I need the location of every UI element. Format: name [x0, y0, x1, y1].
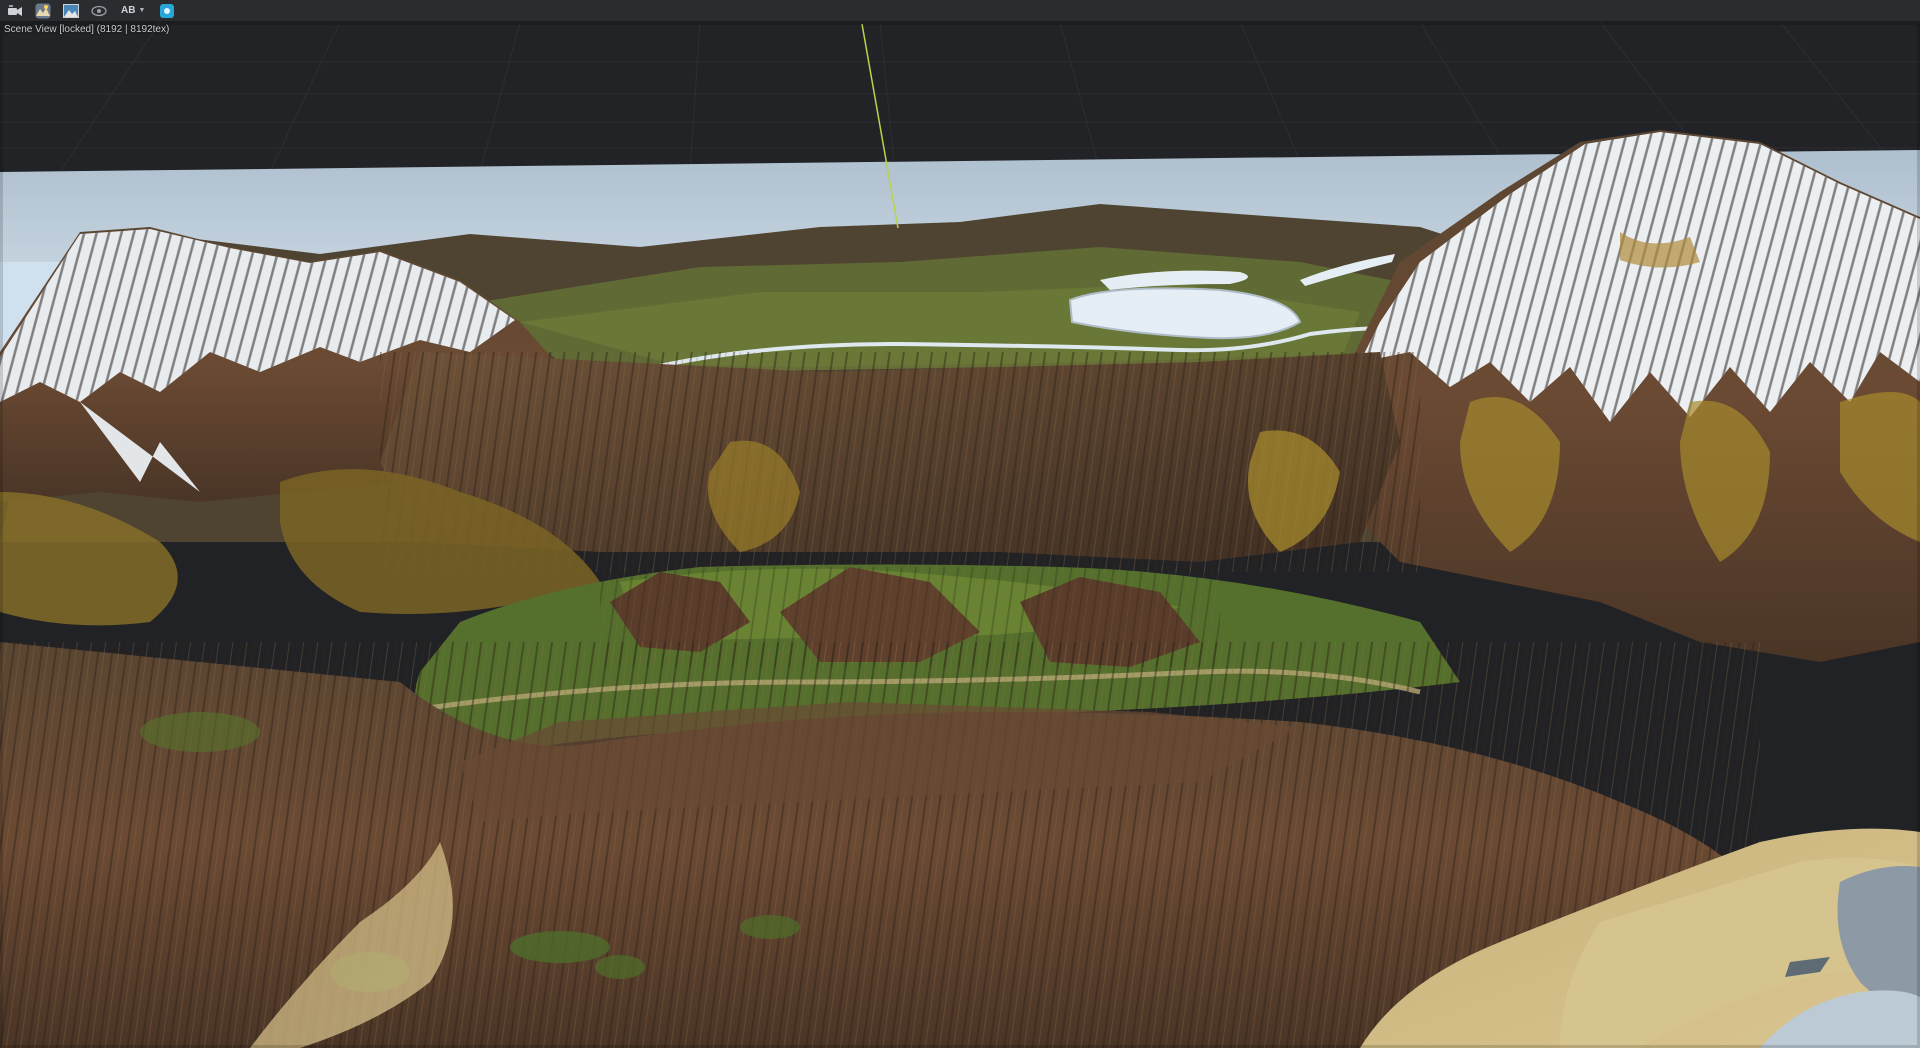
terrain-editor-window: AB ▼ Scene View [locked] (8192 | 8192tex… — [0, 0, 1920, 1048]
terrain-preview-icon[interactable] — [34, 2, 52, 20]
scene-viewport[interactable] — [0, 22, 1920, 1048]
sphere-icon[interactable] — [158, 2, 176, 20]
ab-compare-dropdown[interactable]: AB ▼ — [118, 2, 148, 20]
viewport-label: Scene View [locked] (8192 | 8192tex) — [4, 24, 170, 35]
image-icon[interactable] — [62, 2, 80, 20]
chevron-down-icon: ▼ — [138, 7, 146, 14]
camera-icon[interactable] — [6, 2, 24, 20]
eye-icon[interactable] — [90, 2, 108, 20]
terrain-render — [0, 22, 1920, 1048]
ab-label: AB — [121, 5, 136, 16]
viewport-toolbar: AB ▼ — [0, 0, 1920, 22]
